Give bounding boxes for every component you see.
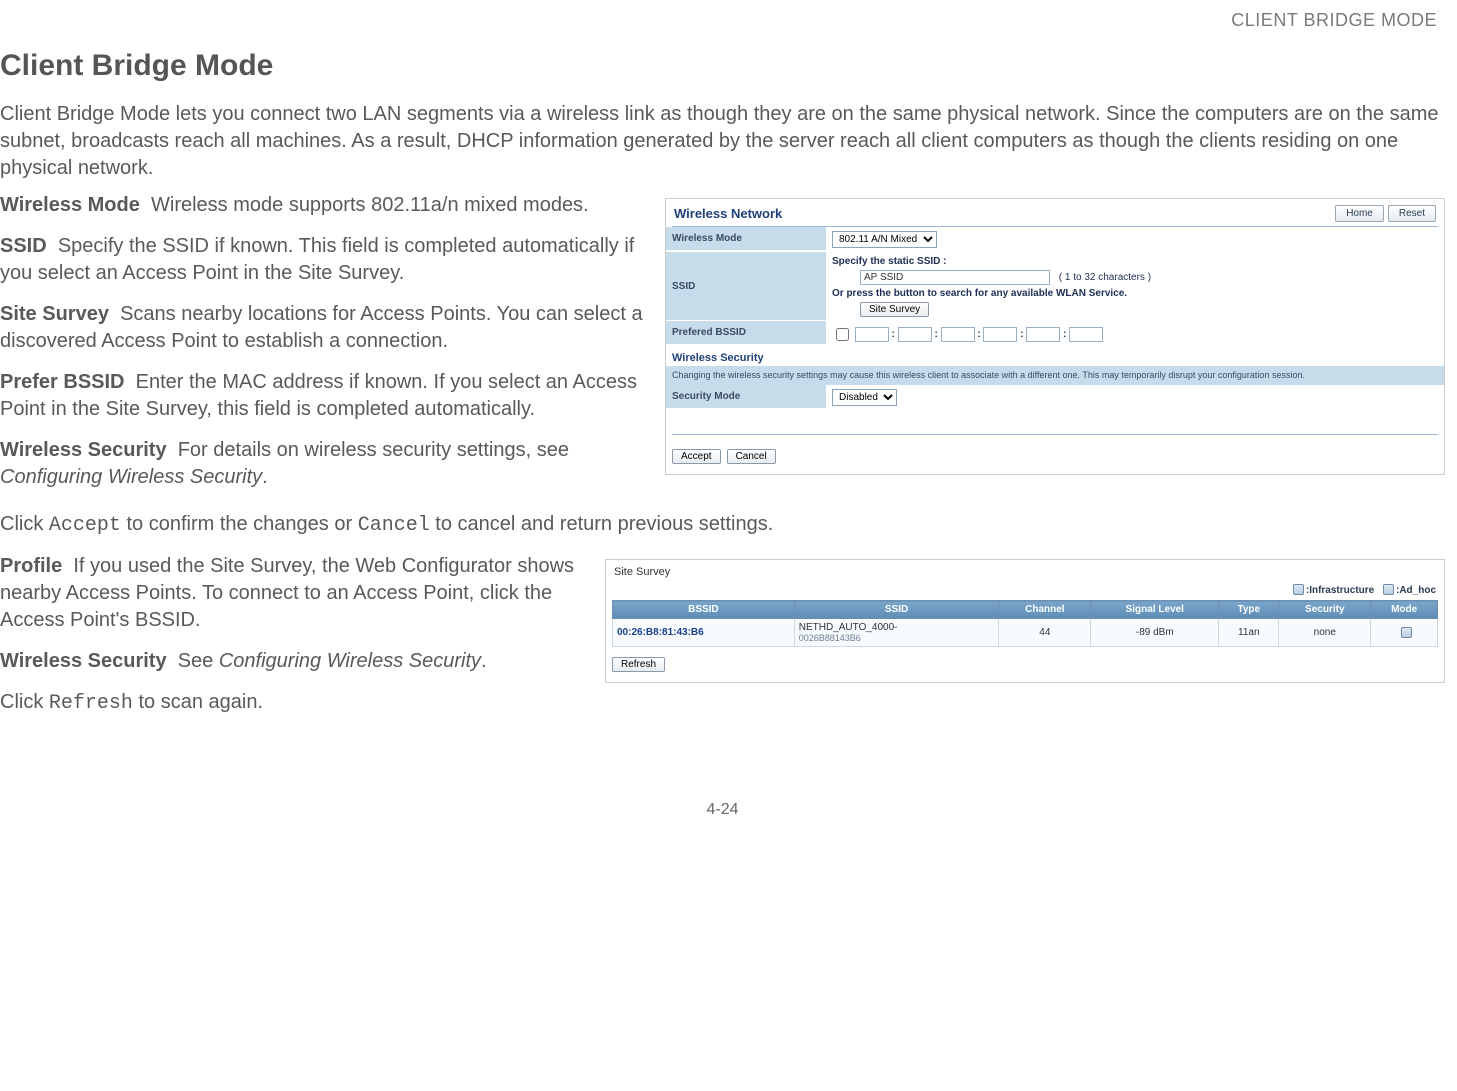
site-survey-button[interactable]: Site Survey (860, 302, 929, 317)
label-ssid: SSID (666, 252, 826, 320)
bssid-oct4[interactable] (983, 327, 1017, 342)
ssid-or-text: Or press the button to search for any av… (832, 288, 1438, 299)
label-security-mode: Security Mode (666, 385, 826, 408)
page-title: Client Bridge Mode (0, 49, 1445, 83)
accept-button[interactable]: Accept (672, 449, 721, 464)
col-bssid: BSSID (613, 601, 795, 619)
cell-signal: -89 dBm (1091, 619, 1219, 647)
survey-table: BSSID SSID Channel Signal Level Type Sec… (612, 600, 1438, 647)
ssid-char-hint: ( 1 to 32 characters ) (1059, 272, 1151, 283)
bssid-oct5[interactable] (1026, 327, 1060, 342)
col-channel: Channel (999, 601, 1091, 619)
bssid-enable-checkbox[interactable] (836, 328, 849, 341)
cell-channel: 44 (999, 619, 1091, 647)
cell-ssid: NETHD_AUTO_4000- 0026B88143B6 (794, 619, 999, 647)
bssid-oct3[interactable] (941, 327, 975, 342)
home-button[interactable]: Home (1335, 205, 1384, 222)
bssid-link[interactable]: 00:26:B8:81:43:B6 (617, 627, 704, 638)
ssid-specify-text: Specify the static SSID : (832, 256, 1438, 267)
fig1-title: Wireless Network (674, 206, 782, 221)
bssid-oct6[interactable] (1069, 327, 1103, 342)
ssid-input[interactable] (860, 270, 1050, 285)
intro-paragraph: Client Bridge Mode lets you connect two … (0, 101, 1445, 182)
running-header: CLIENT BRIDGE MODE (0, 10, 1437, 31)
col-ssid: SSID (794, 601, 999, 619)
security-mode-select[interactable]: Disabled (832, 389, 897, 406)
accept-cancel-instruction: Click Accept to confirm the changes or C… (0, 511, 1445, 539)
fig2-title: Site Survey (614, 566, 670, 578)
col-security: Security (1279, 601, 1371, 619)
col-mode: Mode (1371, 601, 1438, 619)
survey-legend: :Infrastructure :Ad_hoc (606, 580, 1444, 600)
infrastructure-icon (1401, 627, 1412, 638)
wireless-mode-select[interactable]: 802.11 A/N Mixed (832, 231, 937, 248)
adhoc-icon (1383, 584, 1394, 595)
cancel-button-fig[interactable]: Cancel (727, 449, 776, 464)
reset-button[interactable]: Reset (1388, 205, 1436, 222)
security-warning-text: Changing the wireless security settings … (666, 366, 1444, 385)
cell-security: none (1279, 619, 1371, 647)
label-wireless-mode: Wireless Mode (666, 227, 826, 250)
cell-mode (1371, 619, 1438, 647)
cell-type: 11an (1219, 619, 1279, 647)
figure-site-survey: Site Survey :Infrastructure :Ad_hoc BSSI… (605, 559, 1445, 683)
fig1-subhead-wireless-security: Wireless Security (666, 348, 1444, 366)
label-prefered-bssid: Prefered BSSID (666, 321, 826, 344)
refresh-instruction: Click Refresh to scan again. (0, 689, 1445, 717)
refresh-button[interactable]: Refresh (612, 657, 665, 672)
page-number: 4-24 (0, 801, 1445, 819)
infrastructure-icon (1293, 584, 1304, 595)
col-signal: Signal Level (1091, 601, 1219, 619)
figure-wireless-network: Wireless Network Home Reset Wireless Mod… (665, 198, 1445, 475)
col-type: Type (1219, 601, 1279, 619)
bssid-oct2[interactable] (898, 327, 932, 342)
bssid-oct1[interactable] (855, 327, 889, 342)
table-row: 00:26:B8:81:43:B6 NETHD_AUTO_4000- 0026B… (613, 619, 1438, 647)
